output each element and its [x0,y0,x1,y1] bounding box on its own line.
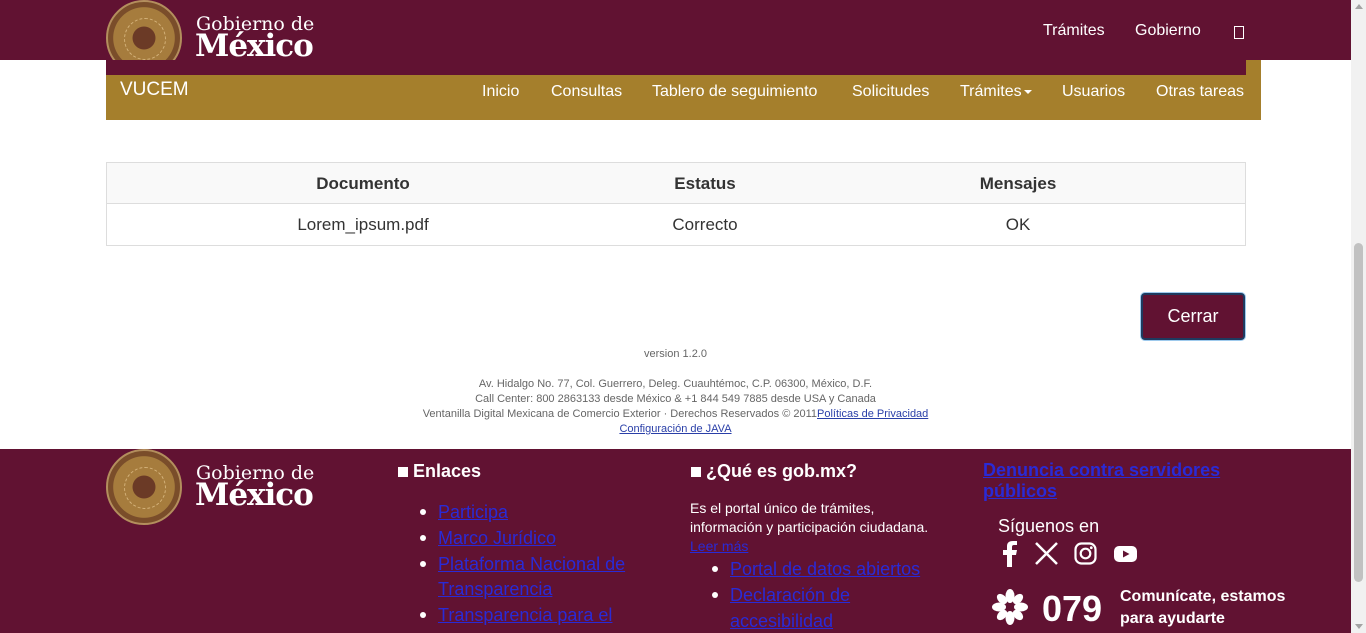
about-text-2: información y participación ciudadana. [690,519,929,535]
caret-down-icon [1023,89,1032,94]
column-header-documento: Documento [316,174,410,193]
phone-text-2: para ayudarte [1120,610,1225,627]
rights-line: Ventanilla Digital Mexicana de Comercio … [0,408,1351,420]
x-icon[interactable] [1035,542,1058,565]
subnav-item-solicitudes[interactable]: Solicitudes [852,83,929,101]
privacy-link[interactable]: Políticas de Privacidad [817,408,928,420]
link-participa[interactable]: Participa [438,499,508,525]
call-center-text: Call Center: 800 2863133 desde México & … [475,393,876,405]
links-heading: Enlaces [398,461,481,482]
link-accesibilidad[interactable]: accesibilidad [730,608,833,633]
java-config-link[interactable]: Configuración de JAVA [619,423,731,435]
link-transparencia[interactable]: Transparencia [438,576,552,602]
bullet-icon [712,566,718,572]
phone-text-1: Comunícate, estamos [1120,588,1286,605]
subnav-item-tramites-dropdown[interactable]: Trámites [960,83,1032,101]
bullet-icon [420,561,426,567]
subnav-item-otras-tareas[interactable]: Otras tareas [1156,83,1244,101]
subnav-item-consultas[interactable]: Consultas [551,83,622,101]
help-flower-icon [992,589,1028,625]
links-heading-label: Enlaces [413,461,482,481]
subnav-item-tablero[interactable]: Tablero de seguimiento [652,83,817,101]
instagram-icon[interactable] [1074,542,1097,565]
subnav-overlap [106,60,1246,75]
site-footer: Gobierno de México Enlaces Participa Mar… [0,449,1351,633]
brand-line-2: México [195,28,314,64]
link-plataforma-nacional[interactable]: Plataforma Nacional de [438,551,625,577]
subnav-item-inicio[interactable]: Inicio [482,83,519,101]
rights-text: Ventanilla Digital Mexicana de Comercio … [422,408,818,420]
footer-brand-line-2: México [195,477,314,513]
vertical-scrollbar[interactable] [1351,0,1366,633]
link-datos-abiertos[interactable]: Portal de datos abiertos [730,556,920,582]
bullet-icon [712,592,718,598]
mexico-seal-logo-footer [106,449,182,525]
link-marco-juridico[interactable]: Marco Jurídico [438,525,556,551]
page: Gobierno de México Trámites Gobierno VUC… [0,0,1351,633]
scroll-up-arrow-icon[interactable] [1355,4,1363,9]
report-link-line-2[interactable]: públicos [983,480,1057,502]
results-table: Documento Estatus Mensajes Lorem_ipsum.p… [106,162,1246,246]
about-heading-label: ¿Qué es gob.mx? [706,461,858,481]
subnav-item-tramites-label: Trámites [960,83,1022,100]
table-header: Documento Estatus Mensajes [107,163,1245,204]
about-heading: ¿Qué es gob.mx? [691,461,857,482]
subnav-title[interactable]: VUCEM [120,79,189,101]
link-transparencia-para-el[interactable]: Transparencia para el [438,602,612,628]
report-link-line-1[interactable]: Denuncia contra servidores [983,459,1220,481]
bullet-icon [420,612,426,618]
bullet-icon [420,535,426,541]
youtube-icon[interactable] [1114,546,1137,562]
cell-mensajes: OK [1005,215,1031,234]
cell-documento: Lorem_ipsum.pdf [297,215,429,234]
address-text: Av. Hidalgo No. 77, Col. Guerrero, Deleg… [478,378,873,390]
square-icon [398,467,408,477]
cell-estatus: Correcto [672,215,738,234]
topnav-tramites[interactable]: Trámites [1043,22,1105,40]
square-icon [691,467,701,477]
topnav-gobierno[interactable]: Gobierno [1135,22,1201,40]
java-line: Configuración de JAVA [0,423,1351,435]
phone-number[interactable]: 079 [1042,588,1102,630]
column-header-estatus: Estatus [674,174,736,193]
version-text: version 1.2.0 [644,348,707,360]
scrollbar-thumb[interactable] [1354,243,1363,582]
read-more-link[interactable]: Leer más [690,537,748,556]
bullet-icon [420,509,426,515]
close-button[interactable]: Cerrar [1141,293,1245,340]
column-header-mensajes: Mensajes [979,174,1057,193]
about-text-1: Es el portal único de trámites, [690,500,875,516]
follow-us-label: Síguenos en [998,516,1100,536]
scroll-down-arrow-icon[interactable] [1355,624,1363,629]
link-declaracion[interactable]: Declaración de [730,582,850,608]
facebook-icon[interactable] [1002,541,1018,567]
subnav-item-usuarios[interactable]: Usuarios [1062,83,1125,101]
search-icon[interactable] [1234,26,1244,39]
